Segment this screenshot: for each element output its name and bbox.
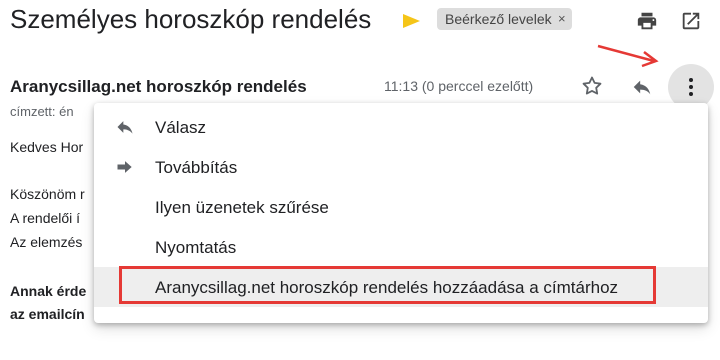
menu-item-label: Továbbítás [155, 158, 238, 177]
body-line: az emailcín [10, 306, 85, 322]
remove-label-icon[interactable]: × [558, 8, 566, 30]
message-time: 11:13 (0 perccel ezelőtt) [384, 78, 534, 94]
annotation-highlight-box [119, 266, 656, 304]
menu-item-label: Válasz [155, 118, 207, 137]
more-vert-icon [689, 78, 693, 82]
menu-item-filter-similar[interactable]: Ilyen üzenetek szűrése [94, 187, 708, 227]
body-line: Köszönöm r [10, 186, 85, 202]
reply-icon[interactable] [630, 76, 654, 98]
reply-icon [117, 121, 133, 134]
print-icon[interactable] [636, 10, 658, 32]
menu-item-forward[interactable]: Továbbítás [94, 147, 708, 187]
label-chip-inbox[interactable]: Beérkező levelek × [437, 8, 572, 30]
recipient-line[interactable]: címzett: én [10, 104, 74, 119]
label-chip-text: Beérkező levelek [445, 11, 552, 27]
body-line: Kedves Hor [10, 139, 84, 155]
menu-item-print[interactable]: Nyomtatás [94, 227, 708, 267]
importance-marker-icon[interactable] [403, 14, 420, 28]
star-icon[interactable] [580, 74, 604, 98]
sender-name: Aranycsillag.net horoszkóp rendelés [10, 77, 307, 96]
email-subject: Személyes horoszkóp rendelés [10, 4, 372, 34]
body-line: Az elemzés [10, 234, 83, 250]
menu-item-reply[interactable]: Válasz [94, 107, 708, 147]
open-in-new-icon[interactable] [680, 10, 702, 32]
menu-item-label: Nyomtatás [155, 238, 237, 257]
body-line: A rendelői í [10, 210, 81, 226]
menu-item-label: Ilyen üzenetek szűrése [155, 198, 329, 217]
forward-icon [117, 161, 132, 173]
body-line: Annak érde [10, 283, 87, 299]
annotation-arrow [597, 44, 659, 68]
